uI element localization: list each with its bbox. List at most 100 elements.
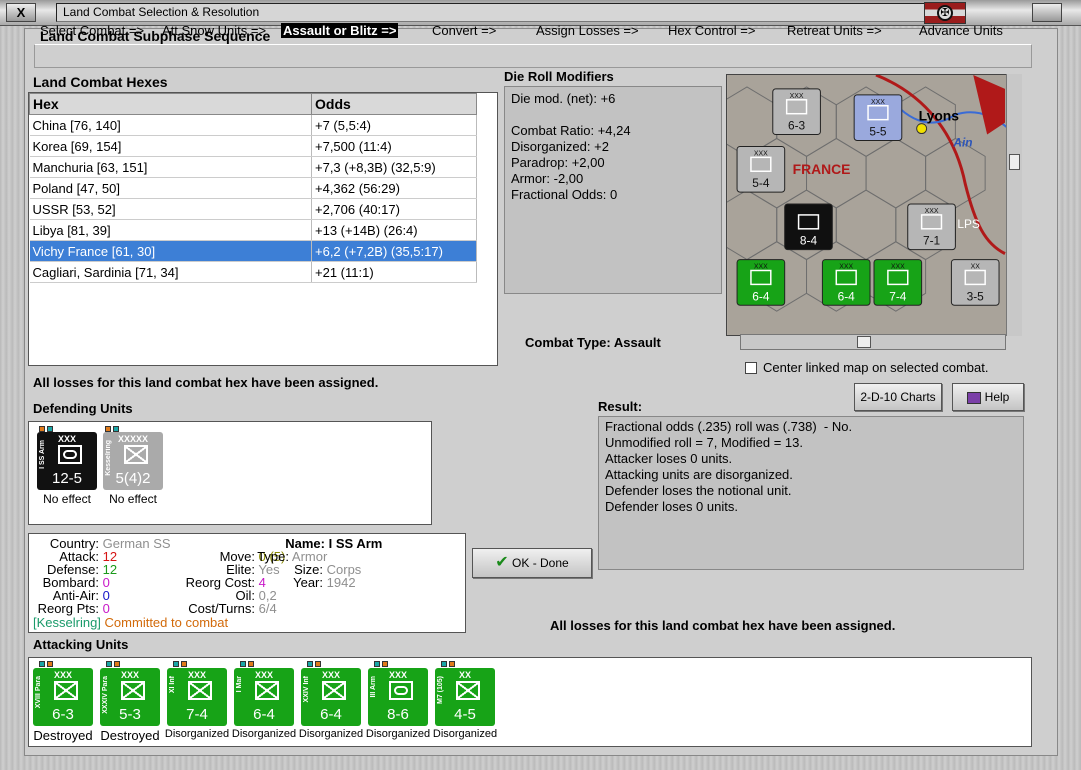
checkmark-icon: ✔ [495,554,509,571]
map-counter-size: XXX [754,150,768,157]
hex-cell: Poland [47, 50] [29,177,312,199]
status-pip [441,661,447,667]
hex-cell: Korea [69, 154] [29,135,312,157]
window-menu-button[interactable] [1032,3,1062,22]
unit-counter[interactable]: XXX XVIII Para 6-3 [33,668,93,726]
map-counter-value: 6-4 [752,289,770,303]
result-line: Attacking units are disorganized. [605,467,793,482]
result-title: Result: [598,399,643,414]
step-retreat-units: Retreat Units => [787,23,882,38]
counter-name: XI Inf [169,676,176,694]
center-map-checkbox[interactable] [745,362,757,374]
hex-row[interactable]: Manchuria [63, 151] +7,3 (+8,3B) (32,5:9) [29,156,477,178]
losses-message-top: All losses for this land combat hex have… [33,375,379,390]
hex-row[interactable]: USSR [53, 52] +2,706 (40:17) [29,198,477,220]
status-pip [315,661,321,667]
help-button[interactable]: Help [952,383,1024,411]
map-h-scroll-thumb[interactable] [857,336,871,348]
status-pip [47,426,53,432]
status-pip [307,661,313,667]
attacker-status: Disorganized [164,728,230,740]
infantry-symbol-icon [54,681,78,700]
map-unit-counter[interactable]: XXX 6-3 [772,88,821,136]
map-unit-counter[interactable]: XXX 7-1 [907,203,956,251]
map-unit-counter[interactable]: XXX 5-5 [853,94,903,141]
counter-value: 6-3 [52,706,74,723]
map-horizontal-scrollbar[interactable] [740,334,1006,350]
map-counter-value: 5-5 [869,125,887,139]
combat-type-label: Combat Type: [525,335,611,350]
map-unit-counter[interactable]: XX 3-5 [950,259,1000,306]
attacker-status: Disorganized [365,728,431,740]
status-pip [382,661,388,667]
counter-name: III Arm [370,676,377,698]
map-unit-counter[interactable]: XXX 6-4 [736,259,786,306]
hq-value: [Kesselring] [33,615,101,630]
counter-value: 6-4 [320,706,342,723]
german-flag-icon: ✠ [924,2,966,24]
attacking-units-panel: XXX XVIII Para 6-3 Destroyed XXX XXXIV Para 5-… [28,657,1032,747]
status-pip [47,661,53,667]
unit-counter[interactable]: XXX XXIV Inf 6-4 [301,668,361,726]
unit-counter[interactable]: XX M7 (105) 4-5 [435,668,495,726]
odds-cell: +4,362 (56:29) [311,177,477,199]
map-unit-counter[interactable]: XXX 5-4 [736,145,786,193]
counter-value: 6-4 [253,706,275,723]
charts-button[interactable]: 2-D-10 Charts [854,383,942,411]
hex-row[interactable]: Libya [81, 39] +13 (+14B) (26:4) [29,219,477,241]
result-line: Defender loses the notional unit. [605,483,792,498]
hex-row[interactable]: Vichy France [61, 30] +6,2 (+7,2B) (35,5:… [29,240,477,262]
attacker-status: Destroyed [33,728,93,743]
map-unit-counter[interactable]: XXX 7-4 [873,259,923,306]
hex-row[interactable]: Cagliari, Sardinia [71, 34] +21 (11:1) [29,261,477,283]
subphase-box [34,44,1032,68]
die-roll-line: Disorganized: +2 [511,139,609,154]
hex-row[interactable]: Poland [47, 50] +4,362 (56:29) [29,177,477,199]
map-counter-size: XXX [925,208,939,215]
unit-counter[interactable]: XXX XI Inf 7-4 [167,668,227,726]
unit-counter[interactable]: XXX XXXIV Para 5-3 [100,668,160,726]
step-hex-control: Hex Control => [668,23,756,38]
window-close-button[interactable]: X [6,3,36,22]
window-title: Land Combat Selection & Resolution [56,3,946,22]
mini-map[interactable]: Lyons FRANCE Ain LPS XXX6-3XXX5-5XXX5-4X… [726,74,1022,336]
hex-cell: Libya [81, 39] [29,219,312,241]
counter-size: XXX [120,670,139,680]
defending-units-panel: XXX I SS Arm 12-5 No effect XXXXX Kesselring 5… [28,421,432,525]
hex-row[interactable]: Korea [69, 154] +7,500 (11:4) [29,135,477,157]
status-pip [240,661,246,667]
odds-cell: +7,500 (11:4) [311,135,477,157]
col-header-hex[interactable]: Hex [29,93,312,115]
attacker-status: Disorganized [231,728,297,740]
map-counter-value: 6-4 [838,289,856,303]
defending-title: Defending Units [33,401,133,416]
map-counter-value: 7-4 [889,289,907,303]
col-header-odds[interactable]: Odds [311,93,477,115]
map-v-scroll-thumb[interactable] [1009,154,1020,170]
ok-done-button[interactable]: ✔ OK - Done [472,548,592,578]
result-line: Unmodified roll = 7, Modified = 13. [605,435,803,450]
result-line: Fractional odds (.235) roll was (.738) -… [605,419,853,434]
unit-counter[interactable]: XXX III Arm 8-6 [368,668,428,726]
name-value: I SS Arm [328,536,383,551]
map-counter-value: 5-4 [752,176,770,190]
center-map-label: Center linked map on selected combat. [763,360,989,375]
map-counter-size: XXX [790,93,804,100]
die-roll-title: Die Roll Modifiers [504,69,614,84]
map-unit-counter[interactable]: XXX 8-4 [784,203,833,251]
hex-row[interactable]: China [76, 140] +7 (5,5:4) [29,114,477,136]
counter-name: M7 (105) [437,676,444,705]
status-pip [113,426,119,432]
map-unit-counter[interactable]: XXX 6-4 [821,259,871,306]
unit-counter[interactable]: XXX I Mar 6-4 [234,668,294,726]
committed-value: Committed to combat [104,615,229,630]
type-label: Type: [257,549,289,564]
map-counter-value: 7-1 [923,234,941,248]
infantry-symbol-icon [456,681,480,700]
status-pip [173,661,179,667]
unit-counter[interactable]: XXX I SS Arm 12-5 [37,432,97,490]
map-counter-size: XX [971,264,981,271]
map-vertical-scrollbar[interactable] [1006,74,1022,336]
odds-cell: +7 (5,5:4) [311,114,477,136]
unit-counter[interactable]: XXXXX Kesselring 5(4)2 [103,432,163,490]
